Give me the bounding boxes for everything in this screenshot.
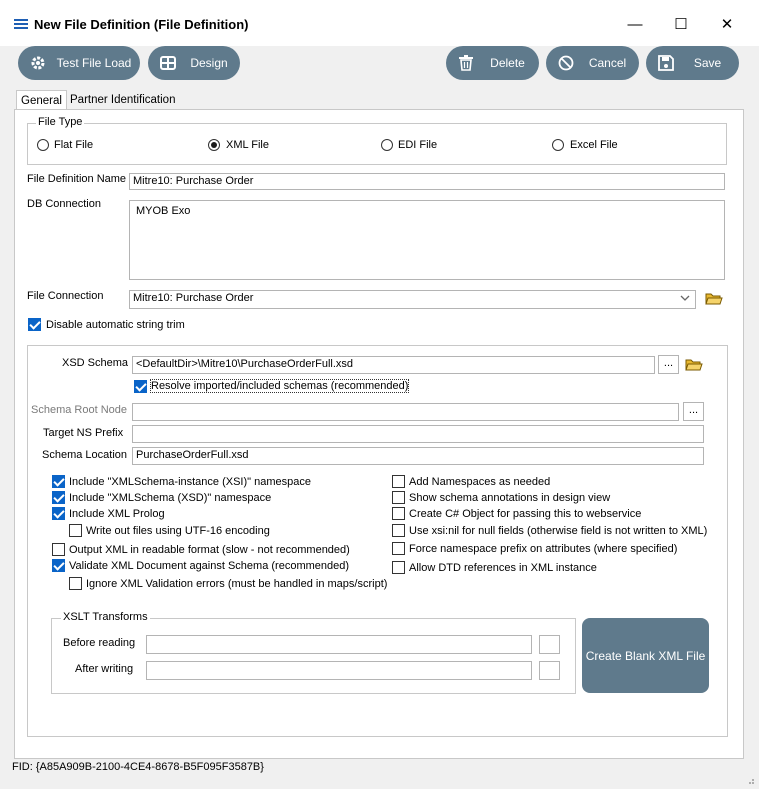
- schema-root-node-label: Schema Root Node: [31, 404, 127, 416]
- xsi-nil-label: Use xsi:nil for null fields (otherwise f…: [409, 525, 708, 537]
- force-prefix-label: Force namespace prefix on attributes (wh…: [409, 543, 678, 555]
- target-ns-prefix-label: Target NS Prefix: [43, 427, 124, 439]
- delete-button[interactable]: Delete: [446, 46, 539, 80]
- utf16-checkbox[interactable]: [69, 524, 82, 537]
- resize-grip-icon[interactable]: [745, 775, 755, 788]
- tab-partner-identification[interactable]: Partner Identification: [66, 90, 179, 109]
- radio-flat-file[interactable]: [37, 139, 49, 151]
- edi-file-label: EDI File: [398, 139, 438, 151]
- radio-edi-file[interactable]: [381, 139, 393, 151]
- before-reading-label: Before reading: [63, 637, 136, 649]
- tab-general[interactable]: General: [16, 90, 67, 110]
- include-prolog-label: Include XML Prolog: [69, 508, 165, 520]
- delete-label: Delete: [490, 56, 525, 70]
- target-ns-prefix-input[interactable]: [132, 425, 704, 443]
- file-definition-name-input[interactable]: Mitre10: Purchase Order: [129, 173, 725, 190]
- design-button[interactable]: Design: [148, 46, 240, 80]
- show-annotations-checkbox[interactable]: [392, 491, 405, 504]
- disable-trim-checkbox[interactable]: [28, 318, 41, 331]
- minimize-button[interactable]: —: [612, 9, 658, 39]
- db-connection-item[interactable]: MYOB Exo: [136, 205, 190, 217]
- schema-location-label: Schema Location: [42, 449, 127, 461]
- db-connection-list[interactable]: MYOB Exo: [129, 200, 725, 280]
- force-prefix-checkbox[interactable]: [392, 542, 405, 555]
- floppy-icon: [656, 53, 676, 73]
- resolve-schemas-checkbox[interactable]: [134, 380, 147, 393]
- save-button[interactable]: Save: [646, 46, 739, 80]
- app-menu-icon[interactable]: [14, 18, 28, 33]
- file-connection-value: Mitre10: Purchase Order: [133, 292, 254, 304]
- xsd-schema-label: XSD Schema: [62, 357, 129, 369]
- file-connection-label: File Connection: [27, 290, 104, 302]
- after-writing-input[interactable]: [146, 661, 532, 680]
- file-definition-name-label: File Definition Name: [27, 173, 127, 185]
- schema-root-node-input[interactable]: [132, 403, 679, 421]
- xml-file-label: XML File: [226, 139, 269, 151]
- file-type-group: [27, 123, 727, 165]
- include-xsi-label: Include "XMLSchema-instance (XSI)" names…: [69, 476, 311, 488]
- schema-location-input[interactable]: PurchaseOrderFull.xsd: [132, 447, 704, 465]
- add-namespaces-label: Add Namespaces as needed: [409, 476, 551, 488]
- allow-dtd-label: Allow DTD references in XML instance: [409, 562, 597, 574]
- xslt-transforms-legend: XSLT Transforms: [61, 611, 150, 623]
- validate-xml-label: Validate XML Document against Schema (re…: [69, 560, 350, 572]
- include-xsd-label: Include "XMLSchema (XSD)" namespace: [69, 492, 272, 504]
- show-annotations-label: Show schema annotations in design view: [409, 492, 611, 504]
- disable-trim-label: Disable automatic string trim: [46, 319, 185, 331]
- ignore-validation-checkbox[interactable]: [69, 577, 82, 590]
- include-xsi-checkbox[interactable]: [52, 475, 65, 488]
- file-type-legend: File Type: [36, 116, 85, 128]
- window-title: New File Definition (File Definition): [34, 17, 249, 32]
- fid-status: FID: {A85A909B-2100-4CE4-8678-B5F095F358…: [12, 761, 264, 773]
- trash-icon: [456, 53, 476, 73]
- create-blank-xml-button[interactable]: Create Blank XML File: [582, 618, 709, 693]
- cancel-label: Cancel: [588, 56, 627, 70]
- flat-file-label: Flat File: [54, 139, 94, 151]
- grid-icon: [158, 53, 178, 73]
- test-file-load-button[interactable]: Test File Load: [18, 46, 140, 80]
- after-writing-browse-button[interactable]: [539, 661, 560, 680]
- after-writing-label: After writing: [75, 663, 134, 675]
- close-button[interactable]: ✕: [704, 9, 750, 39]
- xsi-nil-checkbox[interactable]: [392, 524, 405, 537]
- utf16-label: Write out files using UTF-16 encoding: [86, 525, 270, 537]
- radio-xml-file[interactable]: [208, 139, 220, 151]
- xsd-schema-input[interactable]: <DefaultDir>\Mitre10\PurchaseOrderFull.x…: [132, 356, 655, 374]
- xslt-transforms-group: [51, 618, 576, 694]
- create-csharp-label: Create C# Object for passing this to web…: [409, 508, 642, 520]
- before-reading-input[interactable]: [146, 635, 532, 654]
- gear-icon: [28, 53, 48, 73]
- include-xsd-checkbox[interactable]: [52, 491, 65, 504]
- cancel-icon: [556, 53, 576, 73]
- add-namespaces-checkbox[interactable]: [392, 475, 405, 488]
- include-prolog-checkbox[interactable]: [52, 507, 65, 520]
- validate-xml-checkbox[interactable]: [52, 559, 65, 572]
- save-label: Save: [693, 56, 722, 70]
- xsd-browse-button[interactable]: ...: [658, 355, 679, 374]
- test-file-load-label: Test File Load: [56, 56, 132, 70]
- cancel-button[interactable]: Cancel: [546, 46, 639, 80]
- db-connection-label: DB Connection: [27, 198, 101, 210]
- excel-file-label: Excel File: [570, 139, 618, 151]
- open-folder-icon[interactable]: [705, 292, 723, 309]
- before-reading-browse-button[interactable]: [539, 635, 560, 654]
- allow-dtd-checkbox[interactable]: [392, 561, 405, 574]
- design-label: Design: [190, 56, 228, 70]
- resolve-schemas-label: Resolve imported/included schemas (recom…: [149, 379, 410, 393]
- xsd-open-folder-icon[interactable]: [685, 358, 703, 375]
- maximize-button[interactable]: ☐: [658, 9, 704, 39]
- readable-format-checkbox[interactable]: [52, 543, 65, 556]
- ignore-validation-label: Ignore XML Validation errors (must be ha…: [86, 578, 388, 590]
- radio-excel-file[interactable]: [552, 139, 564, 151]
- file-connection-select[interactable]: Mitre10: Purchase Order: [129, 290, 696, 309]
- create-csharp-checkbox[interactable]: [392, 507, 405, 520]
- readable-format-label: Output XML in readable format (slow - no…: [69, 544, 350, 556]
- root-node-browse-button[interactable]: ...: [683, 402, 704, 421]
- chevron-down-icon[interactable]: [679, 292, 691, 308]
